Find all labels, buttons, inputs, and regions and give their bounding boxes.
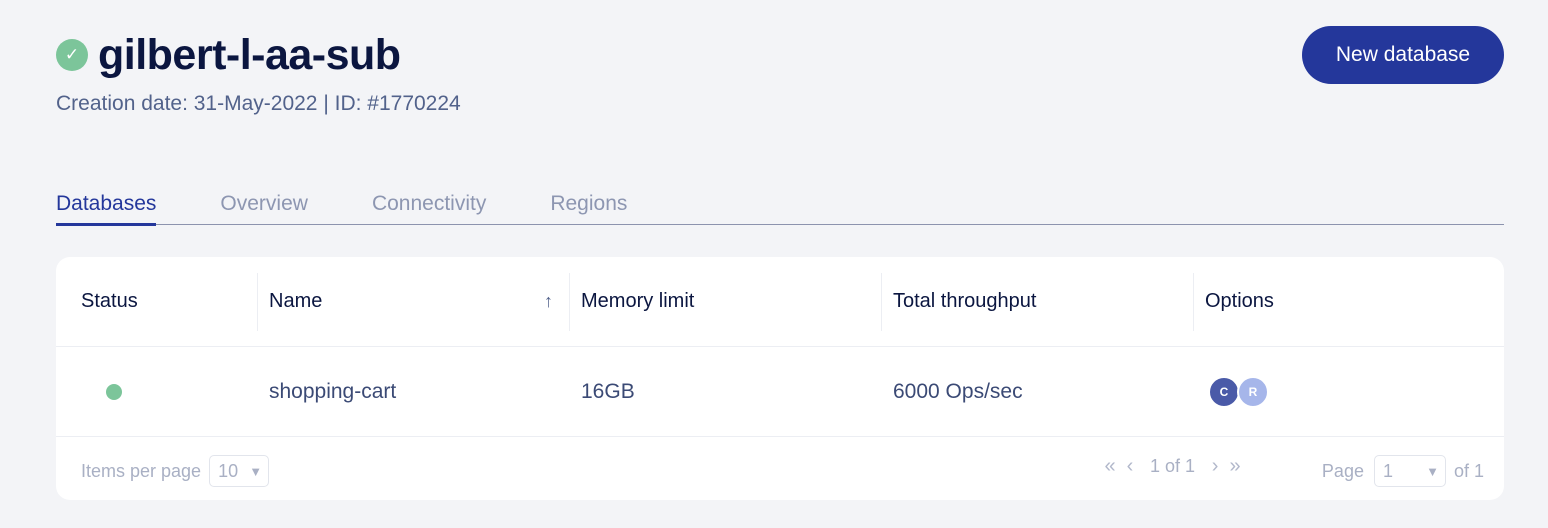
memory-cell: 16GB: [581, 379, 635, 403]
page-label: Page: [1321, 460, 1364, 481]
column-header-memory[interactable]: Memory limit: [569, 272, 881, 331]
next-page-icon[interactable]: ›: [1205, 455, 1225, 478]
check-icon: ✓: [56, 39, 88, 71]
chevron-down-icon: ▼: [249, 463, 263, 479]
tab-connectivity[interactable]: Connectivity: [372, 192, 486, 225]
page-header: ✓ gilbert-l-aa-sub Creation date: 31-May…: [56, 28, 461, 116]
column-header-name[interactable]: Name ↑: [257, 272, 569, 331]
chevron-down-icon: ▼: [1426, 463, 1439, 479]
option-badge-c: C: [1208, 375, 1240, 408]
previous-page-icon[interactable]: ‹: [1120, 455, 1140, 478]
items-per-page: Items per page 10 ▼: [81, 455, 270, 487]
items-per-page-value: 10: [218, 460, 239, 481]
status-cell: [56, 383, 257, 400]
first-page-icon[interactable]: «: [1100, 455, 1120, 478]
databases-table-card: Status Name ↑ Memory limit Total through…: [56, 257, 1504, 500]
sort-ascending-icon[interactable]: ↑: [544, 291, 553, 312]
items-per-page-label: Items per page: [81, 460, 202, 481]
new-database-button[interactable]: New database: [1302, 26, 1504, 84]
subscription-meta: Creation date: 31-May-2022 | ID: #177022…: [56, 92, 461, 115]
option-badge-r: R: [1237, 375, 1269, 408]
status-active-dot-icon: [106, 383, 122, 400]
page-title: gilbert-l-aa-sub: [98, 30, 401, 79]
table-footer: Items per page 10 ▼ « ‹ 1 of 1 › » Page …: [56, 437, 1504, 499]
page-selector: Page 1 ▼ of 1: [1322, 455, 1484, 487]
tab-overview[interactable]: Overview: [220, 192, 308, 225]
column-header-options: Options: [1193, 272, 1504, 331]
option-badges: C R: [1205, 375, 1269, 408]
column-header-status[interactable]: Status: [56, 273, 257, 331]
last-page-icon[interactable]: »: [1225, 455, 1245, 478]
pagination: « ‹ 1 of 1 › »: [1100, 455, 1245, 478]
page-total: of 1: [1453, 460, 1484, 481]
name-cell[interactable]: shopping-cart: [257, 380, 569, 404]
options-cell: C R: [1193, 375, 1504, 408]
tab-bar: Databases Overview Connectivity Regions: [56, 192, 1504, 226]
title-row: ✓ gilbert-l-aa-sub: [56, 28, 461, 82]
column-header-label: Name: [269, 290, 323, 312]
table-row[interactable]: shopping-cart 16GB 6000 Ops/sec C R: [56, 347, 1504, 437]
tab-regions[interactable]: Regions: [550, 192, 627, 225]
page-range: 1 of 1: [1150, 456, 1196, 476]
page-select[interactable]: 1 ▼: [1373, 455, 1446, 487]
tab-databases[interactable]: Databases: [56, 192, 157, 226]
column-header-throughput[interactable]: Total throughput: [881, 272, 1193, 331]
table-header: Status Name ↑ Memory limit Total through…: [56, 257, 1504, 347]
items-per-page-select[interactable]: 10 ▼: [209, 455, 270, 487]
throughput-cell: 6000 Ops/sec: [893, 379, 1023, 403]
page-value: 1: [1382, 460, 1393, 481]
